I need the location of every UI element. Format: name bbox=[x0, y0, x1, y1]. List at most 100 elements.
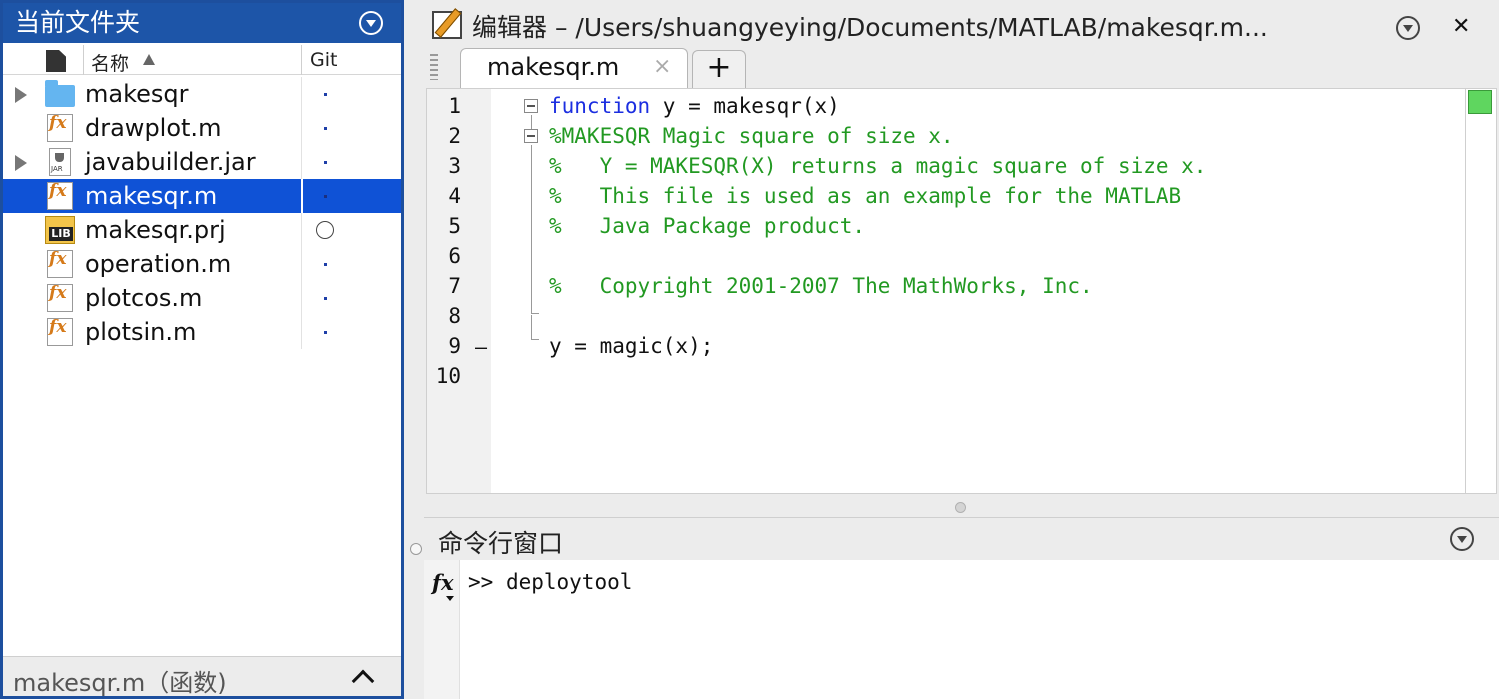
fold-guide bbox=[531, 145, 532, 313]
code-comment: % Copyright 2001-2007 The MathWorks, Inc… bbox=[549, 274, 1093, 298]
file-list-item[interactable]: operation.m bbox=[3, 247, 401, 281]
new-tab-button[interactable]: + bbox=[692, 50, 746, 88]
line-numbers: 1 2 3 4 5 6 7 8 9 10 bbox=[427, 91, 461, 391]
code-line: % This file is used as an example for th… bbox=[549, 181, 1206, 211]
fold-guide bbox=[531, 115, 532, 129]
editor-title-bar: 编辑器 – /Users/shuangyeying/Documents/MATL… bbox=[424, 0, 1499, 46]
panel-menu-icon[interactable] bbox=[1450, 527, 1474, 551]
breakpoint-marker[interactable]: – bbox=[475, 335, 487, 359]
command-line[interactable]: >> deploytool bbox=[468, 570, 632, 594]
file-list-item[interactable]: plotsin.m bbox=[3, 315, 401, 349]
file-name: makesqr.m bbox=[85, 182, 218, 210]
current-folder-title: 当前文件夹 bbox=[15, 8, 141, 37]
command-window-title-bar: 命令行窗口 bbox=[424, 518, 1499, 560]
m-file-icon bbox=[47, 317, 73, 346]
code-line: % Copyright 2001-2007 The MathWorks, Inc… bbox=[549, 271, 1206, 301]
function-browser-icon[interactable]: fx bbox=[432, 570, 454, 601]
git-untracked-icon bbox=[316, 221, 334, 239]
code-comment: % Java Package product. bbox=[549, 214, 866, 238]
m-file-icon bbox=[47, 113, 73, 142]
command-text: deploytool bbox=[505, 570, 633, 594]
file-list-item[interactable]: makesqr bbox=[3, 77, 401, 111]
file-list-item[interactable]: makesqr.prj bbox=[3, 213, 401, 247]
code-analyzer-status-icon[interactable] bbox=[1468, 90, 1492, 114]
editor-scrollbar[interactable] bbox=[1466, 88, 1497, 494]
code-text: y = magic(x); bbox=[549, 334, 714, 358]
project-lib-icon bbox=[45, 216, 75, 244]
chevron-up-icon[interactable] bbox=[351, 669, 375, 693]
code-comment: % This file is used as an example for th… bbox=[549, 184, 1182, 208]
panel-menu-icon[interactable] bbox=[359, 11, 383, 35]
file-type-icon[interactable] bbox=[46, 50, 66, 72]
file-list-item[interactable]: drawplot.m bbox=[3, 111, 401, 145]
line-number: 3 bbox=[448, 154, 461, 178]
file-name: plotcos.m bbox=[85, 284, 203, 312]
drag-grip-icon[interactable] bbox=[430, 54, 438, 80]
git-unmodified-icon bbox=[324, 127, 327, 130]
m-file-icon bbox=[47, 249, 73, 278]
column-header-git[interactable]: Git bbox=[310, 49, 337, 71]
column-divider bbox=[301, 145, 302, 179]
line-number: 6 bbox=[448, 244, 461, 268]
column-divider bbox=[301, 179, 303, 213]
code-lines: function y = makesqr(x) %MAKESQR Magic sq… bbox=[549, 91, 1206, 391]
column-header-name[interactable]: 名称 bbox=[91, 49, 129, 76]
file-name: drawplot.m bbox=[85, 114, 222, 142]
line-number: 8 bbox=[448, 304, 461, 328]
tab-makesqr[interactable]: makesqr.m ⨯ bbox=[460, 48, 688, 88]
file-name: plotsin.m bbox=[85, 318, 197, 346]
m-file-icon bbox=[47, 181, 73, 210]
line-number: 1 bbox=[448, 94, 461, 118]
file-list-header: 名称 Git bbox=[3, 45, 401, 75]
line-number: 2 bbox=[448, 124, 461, 148]
file-name: makesqr bbox=[85, 80, 189, 108]
close-icon[interactable]: ✕ bbox=[1452, 16, 1470, 38]
line-number: 4 bbox=[448, 184, 461, 208]
jar-file-icon bbox=[49, 148, 71, 176]
folder-icon bbox=[45, 80, 75, 107]
details-footer: makesqr.m（函数) bbox=[3, 656, 401, 697]
column-divider[interactable] bbox=[83, 45, 84, 75]
file-list-item[interactable]: makesqr.m bbox=[3, 179, 401, 213]
command-gutter: fx bbox=[424, 560, 460, 699]
current-folder-panel: 当前文件夹 名称 Git makesqr drawplot.m javabuilde… bbox=[0, 0, 404, 699]
git-unmodified-icon bbox=[324, 195, 327, 198]
code-comment: % Y = MAKESQR(X) returns a magic square … bbox=[549, 154, 1207, 178]
command-window-body[interactable]: fx >> deploytool bbox=[424, 560, 1499, 699]
code-line: % Y = MAKESQR(X) returns a magic square … bbox=[549, 151, 1206, 181]
expand-arrow-icon[interactable] bbox=[15, 155, 27, 171]
m-file-icon bbox=[47, 283, 73, 312]
panel-menu-icon[interactable] bbox=[1396, 16, 1420, 40]
editor-title: 编辑器 – /Users/shuangyeying/Documents/MATL… bbox=[472, 13, 1268, 42]
code-text: y = makesqr(x) bbox=[650, 94, 840, 118]
sort-ascending-icon[interactable] bbox=[143, 54, 155, 65]
git-unmodified-icon bbox=[324, 297, 327, 300]
file-name: makesqr.prj bbox=[85, 216, 226, 244]
editor-pencil-icon bbox=[432, 11, 462, 39]
command-prompt: >> bbox=[468, 570, 506, 594]
tab-close-icon[interactable]: ⨯ bbox=[653, 54, 671, 79]
fold-guide-end bbox=[531, 313, 539, 314]
file-list-item[interactable]: javabuilder.jar bbox=[3, 145, 401, 179]
code-line: %MAKESQR Magic square of size x. bbox=[549, 121, 1206, 151]
expand-arrow-icon[interactable] bbox=[15, 87, 27, 103]
editor-tab-strip: makesqr.m ⨯ + bbox=[424, 46, 1499, 88]
code-comment: %MAKESQR Magic square of size x. bbox=[549, 124, 954, 148]
code-editor[interactable]: 1 2 3 4 5 6 7 8 9 10 – function y = makesqr(x) %MA… bbox=[426, 88, 1466, 494]
tab-label: makesqr.m bbox=[487, 53, 620, 81]
splitter-handle[interactable] bbox=[955, 502, 966, 513]
panel-divider[interactable] bbox=[404, 0, 424, 699]
fold-toggle-icon[interactable] bbox=[524, 129, 538, 143]
command-window-panel: 命令行窗口 fx >> deploytool bbox=[410, 517, 1499, 699]
git-unmodified-icon bbox=[324, 263, 327, 266]
column-divider[interactable] bbox=[301, 45, 302, 75]
column-divider bbox=[301, 247, 302, 281]
file-list-item[interactable]: plotcos.m bbox=[3, 281, 401, 315]
line-number: 10 bbox=[435, 364, 461, 388]
fold-toggle-icon[interactable] bbox=[524, 99, 538, 113]
details-footer-text: makesqr.m（函数) bbox=[13, 669, 227, 697]
command-window-title: 命令行窗口 bbox=[438, 529, 564, 558]
line-number-gutter: 1 2 3 4 5 6 7 8 9 10 – bbox=[427, 89, 491, 493]
